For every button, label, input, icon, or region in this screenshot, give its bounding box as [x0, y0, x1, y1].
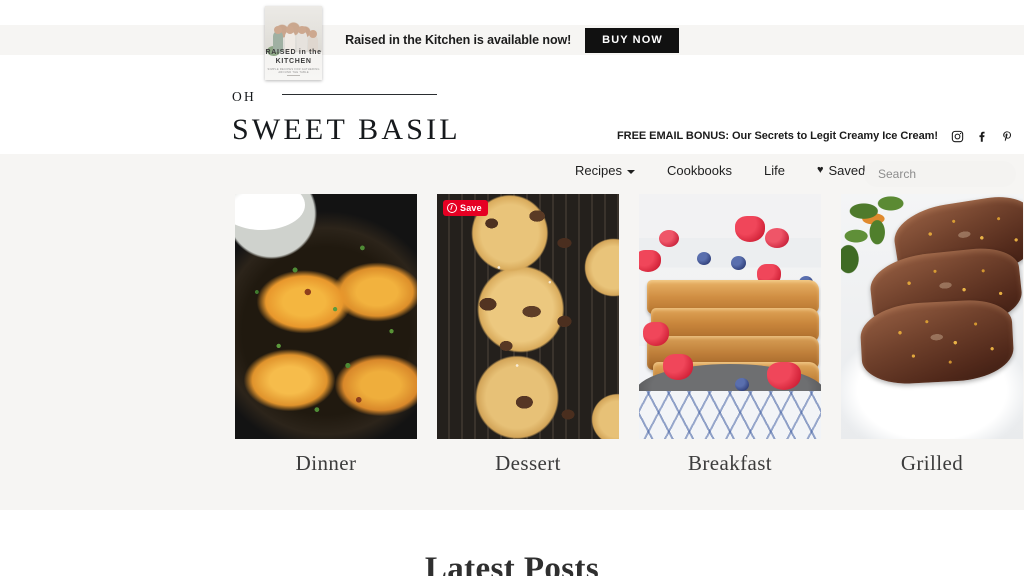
site-header: FREE EMAIL BONUS: Our Secrets to Legit C… — [0, 55, 1024, 187]
category-card-dessert[interactable]: Save Dessert — [437, 194, 619, 477]
promo-message: Raised in the Kitchen is available now! — [345, 33, 572, 47]
category-label-dessert: Dessert — [495, 451, 561, 475]
logo-divider-line — [282, 94, 437, 95]
latest-posts-section: Latest Posts — [0, 510, 1024, 576]
cookbook-cover-figures — [269, 25, 319, 52]
nav-item-recipes[interactable]: Recipes — [575, 164, 651, 177]
pinterest-save-button[interactable]: Save — [443, 200, 488, 216]
search-input[interactable] — [878, 167, 1024, 181]
social-links — [951, 130, 1014, 143]
category-label-grilled: Grilled — [900, 451, 964, 475]
instagram-icon[interactable] — [951, 130, 964, 143]
logo-oh-text: OH — [232, 89, 257, 104]
category-image-dessert[interactable]: Save — [437, 194, 619, 439]
facebook-icon[interactable] — [976, 130, 989, 143]
buy-now-button[interactable]: BUY NOW — [585, 27, 679, 53]
main-navigation: Recipes Cookbooks Life ♥ Saved — [575, 164, 881, 177]
dinner-photo — [235, 194, 417, 439]
nav-label-saved: Saved — [828, 163, 866, 178]
category-label-dinner: Dinner — [295, 451, 357, 475]
nav-item-life[interactable]: Life — [748, 164, 801, 177]
free-email-bonus-text[interactable]: FREE EMAIL BONUS: Our Secrets to Legit C… — [617, 130, 938, 142]
category-image-grilled[interactable] — [841, 194, 1023, 439]
breakfast-photo — [639, 194, 821, 439]
category-card-breakfast[interactable]: Breakfast — [639, 194, 821, 477]
category-image-breakfast[interactable] — [639, 194, 821, 439]
cookbook-cover-title: RAISED in the KITCHEN — [265, 49, 322, 65]
search-box[interactable] — [864, 161, 1024, 187]
category-hero-section: Dinner Save Dessert Breakfast Grilled — [0, 154, 1024, 510]
promo-banner-inner: RAISED in the KITCHEN SIMPLE RECIPES FOR… — [265, 5, 679, 80]
latest-posts-title: Latest Posts — [424, 551, 600, 576]
category-card-dinner[interactable]: Dinner — [235, 194, 417, 477]
utility-row: FREE EMAIL BONUS: Our Secrets to Legit C… — [0, 123, 1024, 149]
nav-label-life: Life — [764, 163, 785, 178]
chevron-down-icon — [626, 169, 635, 174]
category-card-grilled[interactable]: Grilled — [841, 194, 1023, 477]
pinterest-save-label: Save — [460, 202, 482, 213]
page-root: RAISED in the KITCHEN SIMPLE RECIPES FOR… — [0, 0, 1024, 576]
nav-item-cookbooks[interactable]: Cookbooks — [651, 164, 748, 177]
cookbook-cover-rule — [287, 74, 301, 76]
cookbook-cover-subtitle: SIMPLE RECIPES FOR GATHERING AROUND THE … — [267, 67, 320, 74]
category-grid: Dinner Save Dessert Breakfast Grilled — [235, 194, 1023, 477]
grilled-photo — [841, 194, 1023, 439]
pinterest-save-icon — [447, 203, 457, 213]
category-label-breakfast: Breakfast — [687, 451, 773, 475]
dessert-photo — [437, 194, 619, 439]
pinterest-icon[interactable] — [1001, 130, 1014, 143]
promo-banner: RAISED in the KITCHEN SIMPLE RECIPES FOR… — [0, 5, 1024, 80]
nav-label-cookbooks: Cookbooks — [666, 163, 733, 178]
cookbook-cover-image[interactable]: RAISED in the KITCHEN SIMPLE RECIPES FOR… — [265, 5, 323, 80]
heart-icon: ♥ — [816, 164, 824, 176]
category-image-dinner[interactable] — [235, 194, 417, 439]
nav-label-recipes: Recipes — [575, 163, 622, 178]
